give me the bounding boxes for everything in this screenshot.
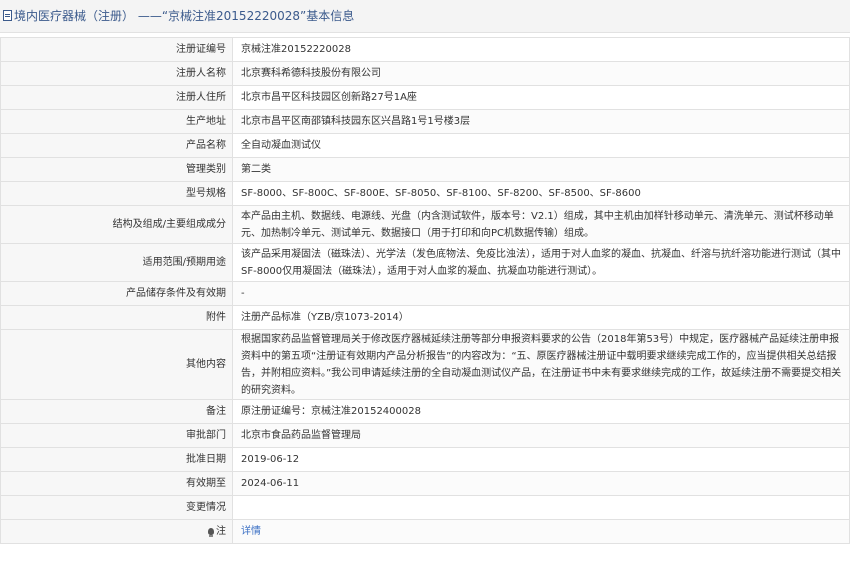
row-label: 注册人名称: [0, 61, 233, 86]
row-value: 注册产品标准（YZB/京1073-2014）: [232, 305, 850, 330]
row-value: [232, 495, 850, 520]
table-row: 备注 原注册证编号：京械注准20152400028: [0, 399, 850, 424]
row-value: 原注册证编号：京械注准20152400028: [232, 399, 850, 424]
row-label: 批准日期: [0, 447, 233, 472]
table-row: 适用范围/预期用途 该产品采用凝固法（磁珠法）、光学法（发色底物法、免疫比浊法）…: [0, 243, 850, 282]
row-value: 本产品由主机、数据线、电源线、光盘（内含测试软件，版本号：V2.1）组成，其中主…: [232, 205, 850, 244]
row-value: 该产品采用凝固法（磁珠法）、光学法（发色底物法、免疫比浊法），适用于对人血浆的凝…: [232, 243, 850, 282]
table-row: 产品储存条件及有效期 -: [0, 281, 850, 306]
row-value: 北京市食品药品监督管理局: [232, 423, 850, 448]
row-label: 备注: [0, 399, 233, 424]
row-label: 审批部门: [0, 423, 233, 448]
table-row: 审批部门 北京市食品药品监督管理局: [0, 423, 850, 448]
row-value: 北京市昌平区南邵镇科技园东区兴昌路1号1号楼3层: [232, 109, 850, 134]
row-value: 2024-06-11: [232, 471, 850, 496]
note-value-cell: 详情: [232, 519, 850, 544]
row-label: 注册证编号: [0, 37, 233, 62]
row-label: 注册人住所: [0, 85, 233, 110]
table-row: 有效期至 2024-06-11: [0, 471, 850, 496]
table-row: 其他内容 根据国家药品监督管理局关于修改医疗器械延续注册等部分申报资料要求的公告…: [0, 329, 850, 400]
table-row: 注册人名称 北京赛科希德科技股份有限公司: [0, 61, 850, 86]
page-title: 境内医疗器械（注册） ——“京械注准20152220028”基本信息: [14, 9, 355, 23]
row-label: 产品名称: [0, 133, 233, 158]
row-label: 其他内容: [0, 329, 233, 400]
row-label: 管理类别: [0, 157, 233, 182]
table-row: 型号规格 SF-8000、SF-800C、SF-800E、SF-8050、SF-…: [0, 181, 850, 206]
row-value: 第二类: [232, 157, 850, 182]
page-header: 境内医疗器械（注册） ——“京械注准20152220028”基本信息: [0, 0, 850, 33]
row-label: 附件: [0, 305, 233, 330]
bulb-icon: [208, 528, 214, 537]
row-value: 京械注准20152220028: [232, 37, 850, 62]
row-label: 变更情况: [0, 495, 233, 520]
table-row: 注册人住所 北京市昌平区科技园区创新路27号1A座: [0, 85, 850, 110]
row-value: 全自动凝血测试仪: [232, 133, 850, 158]
table-row: 管理类别 第二类: [0, 157, 850, 182]
row-label: 型号规格: [0, 181, 233, 206]
note-row: 注 详情: [0, 519, 850, 544]
row-label: 生产地址: [0, 109, 233, 134]
table-row: 产品名称 全自动凝血测试仪: [0, 133, 850, 158]
row-value: 北京赛科希德科技股份有限公司: [232, 61, 850, 86]
note-label-cell: 注: [0, 519, 233, 544]
row-value: 北京市昌平区科技园区创新路27号1A座: [232, 85, 850, 110]
table-row: 结构及组成/主要组成成分 本产品由主机、数据线、电源线、光盘（内含测试软件，版本…: [0, 205, 850, 244]
document-icon: [3, 10, 12, 21]
row-value: 2019-06-12: [232, 447, 850, 472]
note-label: 注: [216, 526, 226, 537]
table-row: 附件 注册产品标准（YZB/京1073-2014）: [0, 305, 850, 330]
row-value: SF-8000、SF-800C、SF-800E、SF-8050、SF-8100、…: [232, 181, 850, 206]
row-label: 适用范围/预期用途: [0, 243, 233, 282]
table-row: 生产地址 北京市昌平区南邵镇科技园东区兴昌路1号1号楼3层: [0, 109, 850, 134]
row-value: -: [232, 281, 850, 306]
table-row: 批准日期 2019-06-12: [0, 447, 850, 472]
row-label: 有效期至: [0, 471, 233, 496]
row-label: 结构及组成/主要组成成分: [0, 205, 233, 244]
info-table: 注册证编号 京械注准20152220028 注册人名称 北京赛科希德科技股份有限…: [0, 37, 850, 544]
row-label: 产品储存条件及有效期: [0, 281, 233, 306]
table-row: 注册证编号 京械注准20152220028: [0, 37, 850, 62]
details-link[interactable]: 详情: [241, 526, 261, 537]
table-row: 变更情况: [0, 495, 850, 520]
row-value: 根据国家药品监督管理局关于修改医疗器械延续注册等部分申报资料要求的公告（2018…: [232, 329, 850, 400]
